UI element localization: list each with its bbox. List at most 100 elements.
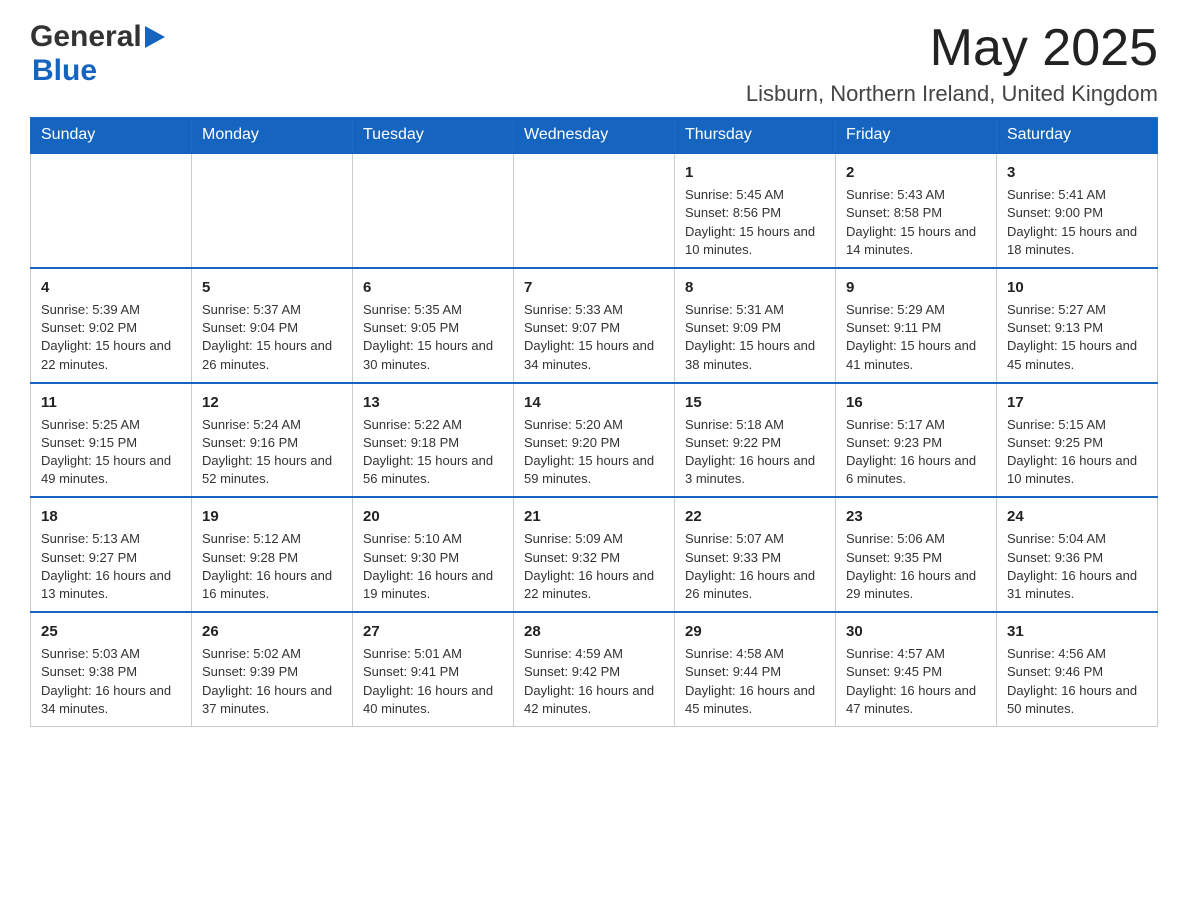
day-info: Daylight: 16 hours and 19 minutes.: [363, 567, 503, 603]
day-info: Sunrise: 5:22 AM: [363, 416, 503, 434]
header-thursday: Thursday: [675, 118, 836, 154]
table-row: 25Sunrise: 5:03 AMSunset: 9:38 PMDayligh…: [31, 612, 192, 726]
day-info: Sunrise: 5:10 AM: [363, 530, 503, 548]
header: General Blue May 2025 Lisburn, Northern …: [30, 20, 1158, 107]
day-info: Sunset: 9:32 PM: [524, 549, 664, 567]
table-row: 27Sunrise: 5:01 AMSunset: 9:41 PMDayligh…: [353, 612, 514, 726]
table-row: [353, 153, 514, 268]
day-info: Sunset: 9:05 PM: [363, 319, 503, 337]
month-title: May 2025: [746, 20, 1158, 77]
day-number: 9: [846, 277, 986, 298]
day-info: Sunrise: 5:31 AM: [685, 301, 825, 319]
table-row: 20Sunrise: 5:10 AMSunset: 9:30 PMDayligh…: [353, 497, 514, 612]
table-row: 13 Sunrise: 5:22 AMSunset: 9:18 PMDayligh…: [353, 383, 514, 498]
day-info: Sunset: 9:13 PM: [1007, 319, 1147, 337]
day-info: Sunrise: 5:12 AM: [202, 530, 342, 548]
day-info: Sunrise: 5:17 AM: [846, 416, 986, 434]
day-info: Daylight: 15 hours and 10 minutes.: [685, 223, 825, 259]
day-info: Sunset: 9:28 PM: [202, 549, 342, 567]
day-info: Daylight: 16 hours and 47 minutes.: [846, 682, 986, 718]
table-row: 8Sunrise: 5:31 AMSunset: 9:09 PMDaylight…: [675, 268, 836, 383]
day-number: 30: [846, 621, 986, 642]
day-info: Sunset: 9:45 PM: [846, 663, 986, 681]
table-row: [31, 153, 192, 268]
table-row: 30 Sunrise: 4:57 AMSunset: 9:45 PMDayligh…: [836, 612, 997, 726]
table-row: 9 Sunrise: 5:29 AMSunset: 9:11 PMDaylight…: [836, 268, 997, 383]
table-row: 24Sunrise: 5:04 AMSunset: 9:36 PMDayligh…: [997, 497, 1158, 612]
day-info: Sunset: 9:33 PM: [685, 549, 825, 567]
table-row: 19Sunrise: 5:12 AMSunset: 9:28 PMDayligh…: [192, 497, 353, 612]
table-row: 7Sunrise: 5:33 AMSunset: 9:07 PMDaylight…: [514, 268, 675, 383]
calendar-body: 1Sunrise: 5:45 AMSunset: 8:56 PMDaylight…: [31, 153, 1158, 726]
day-number: 3: [1007, 162, 1147, 183]
header-saturday: Saturday: [997, 118, 1158, 154]
day-info: Sunset: 9:39 PM: [202, 663, 342, 681]
day-info: Sunset: 9:42 PM: [524, 663, 664, 681]
day-info: Daylight: 15 hours and 52 minutes.: [202, 452, 342, 488]
day-info: Daylight: 16 hours and 29 minutes.: [846, 567, 986, 603]
day-info: Sunset: 9:16 PM: [202, 434, 342, 452]
logo-general-text: General: [30, 20, 142, 54]
day-info: Daylight: 15 hours and 59 minutes.: [524, 452, 664, 488]
day-info: Sunrise: 5:37 AM: [202, 301, 342, 319]
day-info: Daylight: 16 hours and 50 minutes.: [1007, 682, 1147, 718]
day-info: Daylight: 16 hours and 34 minutes.: [41, 682, 181, 718]
day-info: Sunset: 9:41 PM: [363, 663, 503, 681]
day-info: Sunset: 9:46 PM: [1007, 663, 1147, 681]
table-row: 14Sunrise: 5:20 AMSunset: 9:20 PMDayligh…: [514, 383, 675, 498]
header-monday: Monday: [192, 118, 353, 154]
table-row: 22Sunrise: 5:07 AMSunset: 9:33 PMDayligh…: [675, 497, 836, 612]
day-info: Sunset: 9:11 PM: [846, 319, 986, 337]
day-info: Sunrise: 4:56 AM: [1007, 645, 1147, 663]
day-number: 26: [202, 621, 342, 642]
day-info: Sunrise: 5:45 AM: [685, 186, 825, 204]
logo-blue-text: Blue: [30, 54, 97, 88]
day-number: 7: [524, 277, 664, 298]
day-info: Sunset: 9:15 PM: [41, 434, 181, 452]
day-number: 15: [685, 392, 825, 413]
table-row: 31Sunrise: 4:56 AMSunset: 9:46 PMDayligh…: [997, 612, 1158, 726]
day-info: Sunrise: 5:35 AM: [363, 301, 503, 319]
table-row: 29Sunrise: 4:58 AMSunset: 9:44 PMDayligh…: [675, 612, 836, 726]
day-number: 24: [1007, 506, 1147, 527]
day-info: Daylight: 15 hours and 14 minutes.: [846, 223, 986, 259]
calendar-header: Sunday Monday Tuesday Wednesday Thursday…: [31, 118, 1158, 154]
day-info: Sunset: 9:20 PM: [524, 434, 664, 452]
day-info: Sunrise: 5:29 AM: [846, 301, 986, 319]
day-info: Sunrise: 5:20 AM: [524, 416, 664, 434]
day-info: Sunset: 9:18 PM: [363, 434, 503, 452]
day-info: Daylight: 16 hours and 6 minutes.: [846, 452, 986, 488]
day-info: Sunrise: 4:57 AM: [846, 645, 986, 663]
day-info: Sunrise: 5:07 AM: [685, 530, 825, 548]
day-info: Sunset: 9:23 PM: [846, 434, 986, 452]
day-number: 1: [685, 162, 825, 183]
day-number: 28: [524, 621, 664, 642]
day-info: Sunrise: 4:58 AM: [685, 645, 825, 663]
day-number: 25: [41, 621, 181, 642]
day-info: Daylight: 15 hours and 41 minutes.: [846, 337, 986, 373]
day-info: Sunset: 9:27 PM: [41, 549, 181, 567]
table-row: 15Sunrise: 5:18 AMSunset: 9:22 PMDayligh…: [675, 383, 836, 498]
day-info: Daylight: 15 hours and 38 minutes.: [685, 337, 825, 373]
table-row: 2Sunrise: 5:43 AMSunset: 8:58 PMDaylight…: [836, 153, 997, 268]
table-row: [192, 153, 353, 268]
day-info: Sunrise: 4:59 AM: [524, 645, 664, 663]
day-info: Sunset: 9:38 PM: [41, 663, 181, 681]
table-row: 16Sunrise: 5:17 AMSunset: 9:23 PMDayligh…: [836, 383, 997, 498]
day-info: Sunset: 9:00 PM: [1007, 204, 1147, 222]
day-info: Sunrise: 5:13 AM: [41, 530, 181, 548]
day-info: Daylight: 15 hours and 56 minutes.: [363, 452, 503, 488]
day-number: 11: [41, 392, 181, 413]
day-info: Daylight: 16 hours and 37 minutes.: [202, 682, 342, 718]
table-row: 21Sunrise: 5:09 AMSunset: 9:32 PMDayligh…: [514, 497, 675, 612]
day-info: Sunrise: 5:33 AM: [524, 301, 664, 319]
day-info: Sunset: 9:25 PM: [1007, 434, 1147, 452]
day-info: Sunset: 9:35 PM: [846, 549, 986, 567]
table-row: 10Sunrise: 5:27 AMSunset: 9:13 PMDayligh…: [997, 268, 1158, 383]
day-number: 13: [363, 392, 503, 413]
table-row: 28Sunrise: 4:59 AMSunset: 9:42 PMDayligh…: [514, 612, 675, 726]
table-row: 4Sunrise: 5:39 AMSunset: 9:02 PMDaylight…: [31, 268, 192, 383]
day-info: Sunrise: 5:15 AM: [1007, 416, 1147, 434]
day-info: Daylight: 16 hours and 13 minutes.: [41, 567, 181, 603]
calendar-table: Sunday Monday Tuesday Wednesday Thursday…: [30, 117, 1158, 727]
